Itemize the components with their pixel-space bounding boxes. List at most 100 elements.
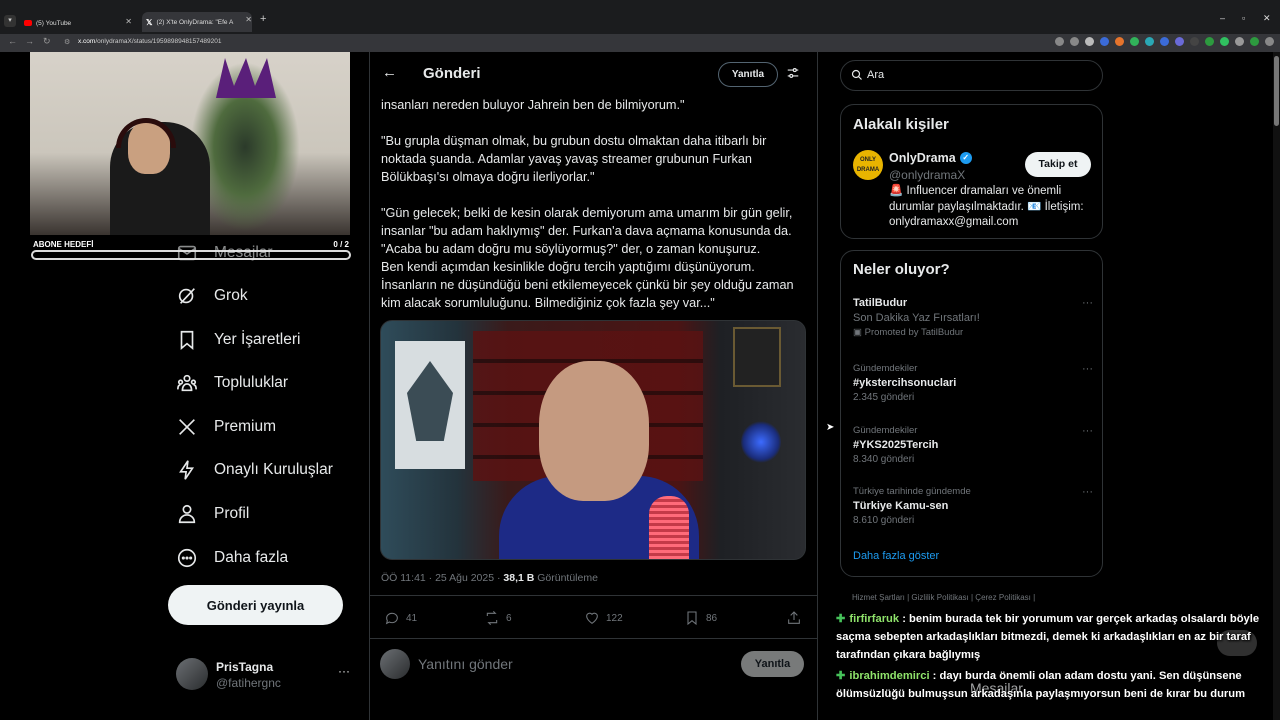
puzzle-icon[interactable] (1235, 37, 1244, 46)
address-bar[interactable]: x.com/onlydramaX/status/1959898948157489… (78, 38, 221, 45)
post-button[interactable]: Gönderi yayınla (168, 585, 343, 625)
tweet-actions: 41 6 122 86 (381, 610, 806, 628)
zoom-icon[interactable] (1070, 37, 1079, 46)
trend-item[interactable]: Gündemdekiler #ykstercihsonuclari 2.345 … (853, 363, 1093, 403)
repost-action[interactable]: 6 (484, 610, 512, 626)
reload-icon[interactable]: ↻ (43, 36, 51, 47)
reply-input[interactable]: Yanıtını gönder (418, 656, 513, 672)
tweet-video-thumbnail[interactable] (380, 320, 806, 560)
tab-search-button[interactable]: ▾ (4, 15, 16, 27)
account-name: PrisTagna (216, 660, 274, 674)
maximize-button[interactable]: ▫ (1242, 13, 1245, 23)
user-name[interactable]: OnlyDrama ✓ (889, 151, 972, 165)
menu-icon[interactable] (1265, 37, 1274, 46)
video-person (499, 341, 699, 559)
show-more-link[interactable]: Daha fazla göster (853, 550, 939, 562)
bookmark-icon (687, 611, 697, 626)
webcam-overlay (30, 52, 350, 235)
nav-verified-orgs[interactable]: Onaylı Kuruluşlar (176, 455, 333, 485)
extension-icon[interactable] (1100, 37, 1109, 46)
follow-button[interactable]: Takip et (1025, 152, 1091, 177)
column-divider (369, 52, 370, 720)
share-action[interactable] (786, 610, 802, 626)
reply-header-button[interactable]: Yanıtla (718, 62, 778, 87)
tweet-paragraph: "Bu grupla düşman olmak, bu grubun dostu… (381, 134, 767, 184)
stream-chat-overlay: ✚ firfirfaruk : benim burada tek bir yoru… (836, 610, 1276, 706)
extension-icon[interactable] (1190, 37, 1199, 46)
tab-title: (2) X'te OnlyDrama: "Efe A (156, 18, 234, 26)
chat-text: : benim burada tek bir yorumum var gerçe… (836, 613, 1260, 661)
more-icon[interactable]: ··· (1082, 297, 1093, 309)
person-icon (178, 504, 196, 524)
tweet-paragraph: "Gün gelecek; belki de kesin olarak demi… (381, 206, 794, 310)
reply-submit-button[interactable]: Yanıtla (741, 651, 804, 677)
tab-youtube[interactable]: (5) YouTube ✕ (24, 14, 132, 32)
close-tab-icon[interactable]: ✕ (125, 17, 132, 26)
card-title: Neler oluyor? (853, 261, 950, 278)
tweet-meta: ÖÖ 11:41 · 25 Ağu 2025 · 38,1 B Görüntül… (381, 572, 598, 584)
extension-icon[interactable] (1220, 37, 1229, 46)
nav-communities[interactable]: Topluluklar (176, 368, 288, 398)
account-switcher[interactable]: PrisTagna @fatihergnc ··· (176, 656, 356, 696)
nav-more[interactable]: Daha fazla (176, 543, 288, 573)
extension-icon[interactable] (1205, 37, 1214, 46)
cast-icon[interactable] (1055, 37, 1064, 46)
more-icon[interactable]: ··· (1082, 425, 1093, 437)
nav-premium[interactable]: Premium (176, 412, 276, 442)
minimize-button[interactable]: – (1220, 13, 1225, 23)
share-icon (788, 611, 800, 624)
nav-messages[interactable]: Mesajlar (176, 238, 273, 268)
back-icon[interactable]: ← (8, 36, 17, 46)
forward-icon[interactable]: → (25, 36, 34, 46)
site-info-icon[interactable]: ⚙ (64, 38, 70, 46)
back-arrow-icon[interactable]: ← (382, 64, 397, 81)
new-tab-button[interactable]: + (260, 13, 266, 25)
scrollbar[interactable] (1273, 52, 1280, 720)
search-icon (851, 69, 862, 80)
more-icon[interactable]: ··· (1082, 363, 1093, 375)
extension-icon[interactable] (1160, 37, 1169, 46)
trend-item[interactable]: TatilBudur Son Dakika Yaz Fırsatları! ▣ … (853, 297, 1093, 338)
reply-icon (385, 612, 398, 625)
nav-grok[interactable]: Grok (176, 281, 248, 311)
nav-bookmarks[interactable]: Yer İşaretleri (176, 325, 300, 355)
bookmark-action[interactable]: 86 (684, 610, 717, 626)
avatar[interactable]: ONLY DRAMA (853, 150, 883, 180)
scrollbar-thumb[interactable] (1274, 56, 1279, 126)
like-action[interactable]: 122 (584, 610, 623, 626)
x-logo-icon: 𝕏 (146, 17, 153, 27)
search-input[interactable]: Ara (840, 60, 1103, 91)
extension-icon[interactable] (1115, 37, 1124, 46)
sliders-icon[interactable] (786, 66, 800, 80)
extension-icon[interactable] (1145, 37, 1154, 46)
person-face (539, 361, 649, 501)
trend-item[interactable]: Türkiye tarihinde gündemde Türkiye Kamu-… (853, 486, 1093, 526)
mouse-cursor-icon: ➤ (826, 422, 835, 433)
goal-label: ABONE HEDEFİ (33, 240, 94, 249)
more-icon[interactable]: ··· (338, 664, 350, 678)
profile-avatar[interactable] (1250, 37, 1259, 46)
star-icon[interactable] (1085, 37, 1094, 46)
close-window-button[interactable]: ✕ (1263, 13, 1271, 24)
more-icon[interactable]: ··· (1082, 486, 1093, 498)
divider (370, 595, 817, 596)
extension-icon[interactable] (1175, 37, 1184, 46)
tab-x-post[interactable]: 𝕏 (2) X'te OnlyDrama: "Efe A ✕ (142, 12, 252, 32)
grok-icon (178, 288, 195, 304)
view-count: 38,1 B (503, 572, 535, 584)
extension-icon[interactable] (1130, 37, 1139, 46)
reply-action[interactable]: 41 (384, 610, 417, 626)
tweet-timestamp[interactable]: ÖÖ 11:41 · 25 Ağu 2025 · (381, 572, 503, 584)
nav-profile[interactable]: Profil (176, 499, 249, 529)
tweet-text: insanları nereden buluyor Jahrein ben de… (381, 96, 809, 330)
account-handle: @fatihergnc (216, 676, 281, 690)
close-tab-icon[interactable]: ✕ (245, 15, 252, 24)
page-title: Gönderi (423, 65, 481, 82)
communities-icon (177, 374, 197, 392)
trend-item[interactable]: Gündemdekiler #YKS2025Tercih 8.340 gönde… (853, 425, 1093, 465)
user-handle[interactable]: @onlydramaX (889, 168, 965, 182)
movie-poster-frame (733, 327, 781, 387)
vault-boy-lamp (741, 421, 781, 463)
chat-badge-icon: ✚ (836, 613, 846, 625)
footer-links[interactable]: Hizmet Şartları | Gizlilik Politikası | … (852, 593, 1035, 602)
